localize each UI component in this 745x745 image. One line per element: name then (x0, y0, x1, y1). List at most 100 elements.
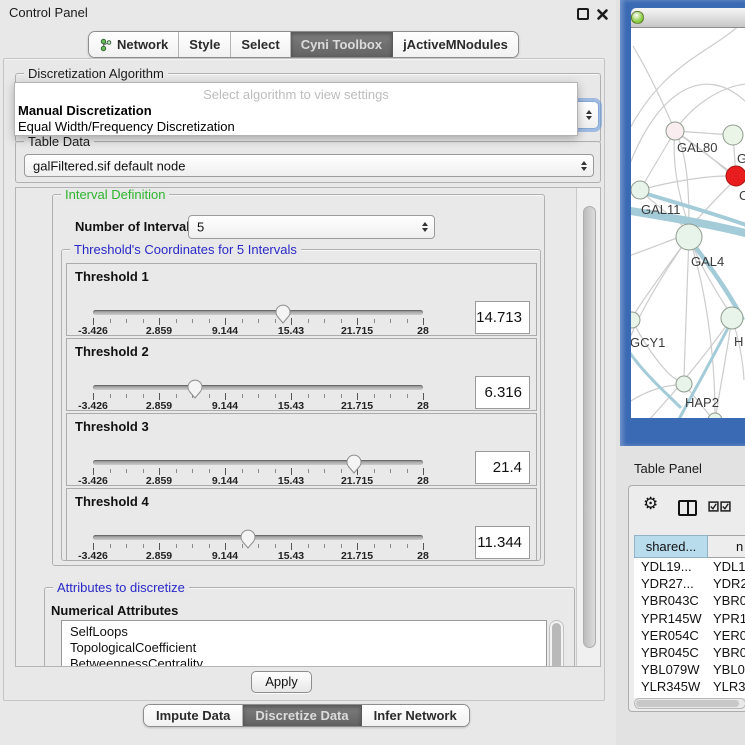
threshold-value-box[interactable]: 14.713 (475, 301, 530, 334)
network-edge[interactable] (632, 320, 677, 380)
network-node[interactable] (708, 413, 722, 418)
threshold-value-box[interactable]: 11.344 (475, 526, 530, 559)
cell-shared-name[interactable]: YDL19... (634, 559, 708, 576)
number-of-intervals-label: Number of Intervals (75, 219, 197, 234)
table-row[interactable]: YDL19...YDL1 (634, 559, 745, 576)
threshold-value-box[interactable]: 6.316 (475, 376, 530, 409)
table-row[interactable]: YER054CYER0 (634, 628, 745, 645)
attribute-list-item[interactable]: BetweennessCentrality (70, 656, 546, 667)
network-edge[interactable] (631, 28, 743, 138)
numerical-attributes-label: Numerical Attributes (51, 603, 178, 618)
cell-shared-name[interactable]: YPR145W (634, 611, 708, 628)
tab-cyni-toolbox[interactable]: Cyni Toolbox (291, 32, 393, 57)
threshold-slider-track[interactable] (93, 310, 423, 315)
right-side: GAL80GCGAL11GAL4GCY1HHAP2 Table Panel ⚙ … (616, 0, 745, 745)
vertical-scrollbar[interactable] (576, 188, 601, 666)
scrollbar-thumb[interactable] (552, 623, 561, 667)
scrollbar-thumb[interactable] (583, 206, 596, 648)
tab-label: Style (189, 37, 220, 52)
table-row[interactable]: YDR27...YDR2 (634, 576, 745, 593)
network-edge[interactable] (640, 131, 675, 190)
cell-name[interactable]: YDR2 (708, 576, 745, 593)
network-canvas[interactable]: GAL80GCGAL11GAL4GCY1HHAP2 (631, 28, 745, 418)
network-node[interactable] (666, 122, 684, 140)
checkbox-icon[interactable] (708, 501, 719, 512)
network-edge[interactable] (640, 176, 726, 190)
threshold-slider-track[interactable] (93, 535, 423, 540)
cell-name[interactable]: YDL1 (708, 559, 745, 576)
tab-discretize-data[interactable]: Discretize Data (243, 705, 361, 726)
split-column-icon[interactable] (678, 500, 697, 516)
table-row[interactable]: YBR043CYBR0 (634, 593, 745, 610)
cell-shared-name[interactable]: YBR045C (634, 645, 708, 662)
network-edge[interactable] (631, 238, 677, 258)
table-body: YDL19...YDL1YDR27...YDR2YBR043CYBR0YPR14… (634, 558, 745, 698)
slider-thumb[interactable] (345, 453, 363, 474)
network-node[interactable] (631, 312, 640, 328)
dropdown-item-manual-discretization[interactable]: Manual Discretization (18, 103, 152, 118)
network-node[interactable] (721, 307, 743, 329)
attribute-list-scrollbar[interactable] (549, 620, 564, 667)
interval-definition-group: Interval Definition Number of Intervals … (52, 194, 545, 566)
cell-shared-name[interactable]: YLR345W (634, 679, 708, 696)
number-of-intervals-combobox[interactable]: 5 (188, 215, 435, 239)
cell-name[interactable]: YBL0 (708, 662, 745, 679)
cell-name[interactable]: YLR3 (708, 679, 745, 696)
zoom-traffic-light-icon[interactable] (631, 11, 644, 24)
cell-shared-name[interactable]: YER054C (634, 628, 708, 645)
cell-name[interactable]: YPR1 (708, 611, 745, 628)
network-node[interactable] (676, 376, 692, 392)
network-window-titlebar[interactable] (631, 8, 745, 28)
slider-thumb[interactable] (186, 378, 204, 399)
tab-impute-data[interactable]: Impute Data (144, 705, 243, 726)
threshold-value-box[interactable]: 21.4 (475, 451, 530, 484)
group-title: Threshold's Coordinates for 5 Intervals (70, 242, 301, 257)
threshold-coordinates-group: Threshold's Coordinates for 5 Intervals … (61, 249, 541, 561)
tab-label: Select (241, 37, 279, 52)
cell-name[interactable]: YBR0 (708, 593, 745, 610)
table-row[interactable]: YLR345WYLR3 (634, 679, 745, 696)
tab-style[interactable]: Style (179, 32, 231, 57)
network-node[interactable] (723, 125, 743, 145)
tab-network[interactable]: Network (89, 32, 179, 57)
checkbox-icons[interactable] (708, 501, 731, 512)
tab-jactivemnodules[interactable]: jActiveMNodules (393, 32, 518, 57)
cell-shared-name[interactable]: YBL079W (634, 662, 708, 679)
gear-icon[interactable]: ⚙ (643, 494, 658, 514)
slider-thumb[interactable] (239, 528, 257, 549)
threshold-slider-track[interactable] (93, 385, 423, 390)
column-header-name[interactable]: n (708, 535, 745, 558)
network-edge[interactable] (684, 237, 689, 376)
bottom-tab-bar: Impute DataDiscretize DataInfer Network (143, 704, 470, 727)
attribute-list-item[interactable]: TopologicalCoefficient (70, 640, 546, 656)
tab-infer-network[interactable]: Infer Network (362, 705, 469, 726)
attribute-list[interactable]: SelfLoopsTopologicalCoefficientBetweenne… (61, 620, 547, 667)
cyni-toolbox-panel: Discretization Algorithm Table Data galF… (3, 58, 605, 701)
table-row[interactable]: YBL079WYBL0 (634, 662, 745, 679)
network-node[interactable] (676, 224, 702, 250)
horizontal-scrollbar[interactable] (634, 698, 745, 709)
cell-shared-name[interactable]: YBR043C (634, 593, 708, 610)
checkbox-icon[interactable] (720, 501, 731, 512)
column-header-shared-name[interactable]: shared... (634, 535, 708, 558)
cell-name[interactable]: YBR0 (708, 645, 745, 662)
network-node[interactable] (631, 181, 649, 199)
attribute-list-item[interactable]: SelfLoops (70, 624, 546, 640)
float-window-icon[interactable] (577, 8, 589, 20)
slider-thumb[interactable] (274, 303, 292, 324)
table-data-combobox[interactable]: galFiltered.sif default node (24, 154, 594, 177)
network-node[interactable] (726, 166, 745, 186)
dropdown-item-equal-width-frequency[interactable]: Equal Width/Frequency Discretization (18, 119, 235, 134)
apply-button[interactable]: Apply (251, 671, 312, 693)
node-label: GAL11 (641, 202, 681, 217)
tab-select[interactable]: Select (231, 32, 290, 57)
cell-shared-name[interactable]: YDR27... (634, 576, 708, 593)
cell-name[interactable]: YER0 (708, 628, 745, 645)
scrollbar-thumb[interactable] (636, 700, 739, 707)
table-row[interactable]: YBR045CYBR0 (634, 645, 745, 662)
table-row[interactable]: YPR145WYPR1 (634, 611, 745, 628)
close-icon[interactable] (596, 8, 609, 21)
network-edge[interactable] (675, 84, 745, 131)
threshold-slider-track[interactable] (93, 460, 423, 465)
threshold-label: Threshold 3 (75, 419, 149, 434)
